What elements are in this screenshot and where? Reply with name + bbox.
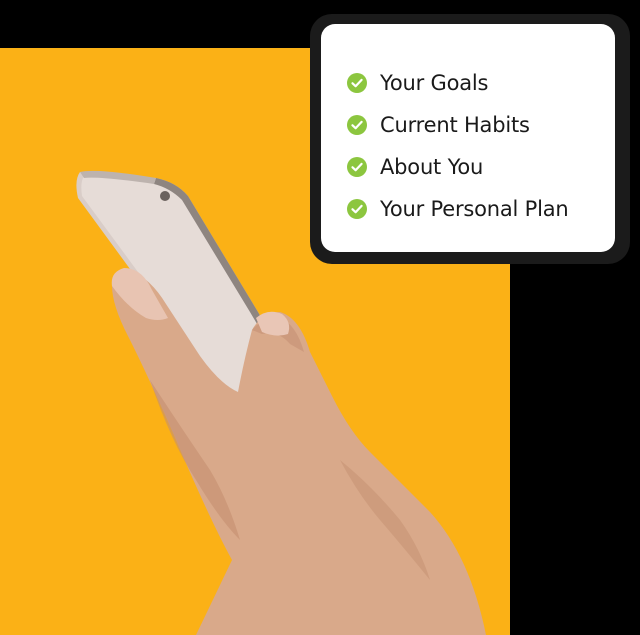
- checklist-card: Your Goals Current Habits About You Your…: [321, 24, 615, 252]
- checklist-item-label: Your Goals: [380, 71, 489, 95]
- checklist: Your Goals Current Habits About You Your…: [347, 62, 615, 230]
- check-circle-icon: [347, 199, 367, 219]
- checklist-item-your-personal-plan: Your Personal Plan: [347, 188, 615, 230]
- check-circle-icon: [347, 73, 367, 93]
- checklist-item-your-goals: Your Goals: [347, 62, 615, 104]
- check-circle-icon: [347, 115, 367, 135]
- checklist-item-label: About You: [380, 155, 484, 179]
- check-circle-icon: [347, 157, 367, 177]
- checklist-item-label: Your Personal Plan: [380, 197, 569, 221]
- checklist-item-about-you: About You: [347, 146, 615, 188]
- checklist-item-current-habits: Current Habits: [347, 104, 615, 146]
- checklist-item-label: Current Habits: [380, 113, 530, 137]
